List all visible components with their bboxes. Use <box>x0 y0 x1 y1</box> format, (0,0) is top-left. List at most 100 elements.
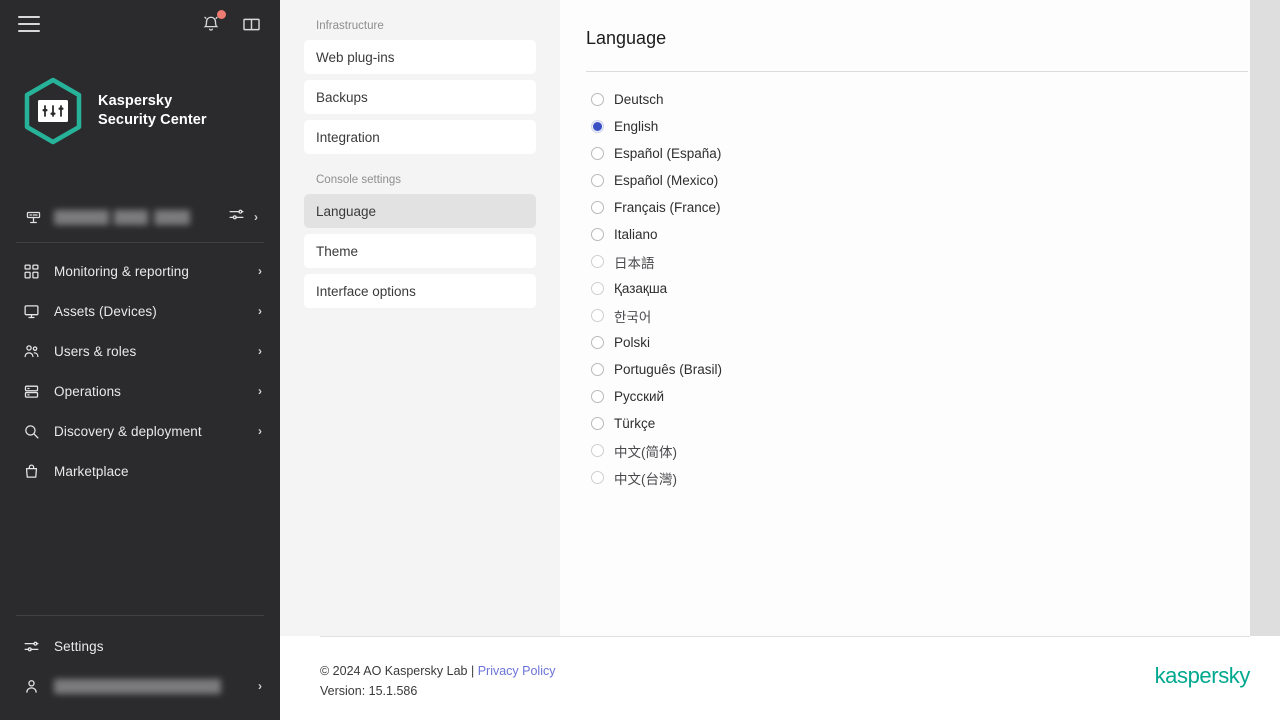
sidebar-item-marketplace[interactable]: Marketplace <box>0 451 280 491</box>
radio-icon[interactable] <box>591 336 604 349</box>
radio-icon[interactable] <box>591 444 604 457</box>
kaspersky-wordmark: kaspersky <box>1154 663 1251 688</box>
language-option-label: Русский <box>614 389 665 404</box>
sidebar-bottom: Settings › <box>0 607 280 720</box>
settings-item-language[interactable]: Language <box>304 194 536 228</box>
settings-item-integration[interactable]: Integration <box>304 120 536 154</box>
sidebar-divider-bottom <box>16 615 264 616</box>
book-icon[interactable] <box>240 13 262 35</box>
language-option-deutsch[interactable]: Deutsch <box>591 86 1248 113</box>
language-option-japanese[interactable]: 日本語 <box>591 248 1248 275</box>
radio-icon[interactable] <box>591 417 604 430</box>
hamburger-menu-icon[interactable] <box>18 16 40 32</box>
kaspersky-hexagon-logo <box>22 77 84 145</box>
language-option-label: Português (Brasil) <box>614 362 723 377</box>
server-stack-icon <box>22 382 40 400</box>
notification-badge <box>217 10 226 19</box>
sidebar-item-assets-devices[interactable]: Assets (Devices) › <box>0 291 280 331</box>
settings-item-web-plugins[interactable]: Web plug-ins <box>304 40 536 74</box>
language-option-label: 한국어 <box>614 309 652 325</box>
sidebar-item-label: Users & roles <box>54 343 137 359</box>
sidebar-item-settings[interactable]: Settings <box>0 626 280 666</box>
settings-item-theme[interactable]: Theme <box>304 234 536 268</box>
radio-icon[interactable] <box>591 471 604 484</box>
radio-icon[interactable] <box>591 93 604 106</box>
radio-icon[interactable] <box>591 174 604 187</box>
chevron-right-icon: › <box>258 384 262 398</box>
radio-icon[interactable] <box>591 255 604 268</box>
radio-icon[interactable] <box>591 201 604 214</box>
radio-icon[interactable] <box>591 147 604 160</box>
settings-item-interface-options[interactable]: Interface options <box>304 274 536 308</box>
server-icon <box>24 208 42 226</box>
sidebar-item-label: Marketplace <box>54 463 129 479</box>
language-option-label: 中文(简体) <box>614 444 677 460</box>
bell-icon[interactable] <box>200 10 226 35</box>
right-gutter-strip <box>1250 0 1280 636</box>
radio-icon[interactable] <box>591 228 604 241</box>
radio-icon-selected[interactable] <box>591 120 604 133</box>
language-option-kazakh[interactable]: Қазақша <box>591 275 1248 302</box>
sidebar-item-monitoring-reporting[interactable]: Monitoring & reporting › <box>0 251 280 291</box>
sidebar-item-server-account[interactable]: › <box>16 200 264 234</box>
language-option-label: Polski <box>614 335 651 350</box>
sliders-icon[interactable] <box>228 206 245 228</box>
sidebar-item-users-roles[interactable]: Users & roles › <box>0 331 280 371</box>
language-option-polski[interactable]: Polski <box>591 329 1248 356</box>
privacy-policy-link[interactable]: Privacy Policy <box>478 664 556 678</box>
server-name-redacted <box>54 209 216 225</box>
radio-icon[interactable] <box>591 282 604 295</box>
language-option-korean[interactable]: 한국어 <box>591 302 1248 329</box>
language-option-portugues-brasil[interactable]: Português (Brasil) <box>591 356 1248 383</box>
copyright-line: © 2024 AO Kaspersky Lab | Privacy Policy <box>320 661 555 681</box>
chevron-right-icon: › <box>258 344 262 358</box>
language-option-chinese-traditional[interactable]: 中文(台灣) <box>591 464 1248 491</box>
brand-line-1: Kaspersky <box>98 93 173 110</box>
language-option-english[interactable]: English <box>591 113 1248 140</box>
sidebar-item-label: Monitoring & reporting <box>54 263 190 279</box>
language-option-label: English <box>614 119 659 134</box>
language-option-espanol-mexico[interactable]: Español (Mexico) <box>591 167 1248 194</box>
sliders-icon <box>22 637 40 655</box>
radio-icon[interactable] <box>591 309 604 322</box>
language-option-label: Türkçe <box>614 416 656 431</box>
sidebar-item-label: Operations <box>54 383 122 399</box>
sidebar-item-operations[interactable]: Operations › <box>0 371 280 411</box>
settings-item-backups[interactable]: Backups <box>304 80 536 114</box>
monitor-icon <box>22 302 40 320</box>
chevron-right-icon: › <box>258 264 262 278</box>
settings-menu-panel: Infrastructure Web plug-ins Backups Inte… <box>280 0 560 636</box>
language-option-chinese-simplified[interactable]: 中文(简体) <box>591 437 1248 464</box>
search-icon <box>22 422 40 440</box>
language-option-label: 中文(台灣) <box>614 471 677 487</box>
sidebar-item-label: Assets (Devices) <box>54 303 157 319</box>
language-option-francais-france[interactable]: Français (France) <box>591 194 1248 221</box>
language-option-espanol-espana[interactable]: Español (España) <box>591 140 1248 167</box>
version-text: Version: 15.1.586 <box>320 684 418 699</box>
language-option-turkce[interactable]: Türkçe <box>591 410 1248 437</box>
radio-icon[interactable] <box>591 390 604 403</box>
sidebar-item-label: Settings <box>54 638 104 654</box>
sidebar-item-user-account[interactable]: › <box>0 666 280 706</box>
brand-block: Kaspersky Security Center <box>0 48 280 152</box>
language-option-italiano[interactable]: Italiano <box>591 221 1248 248</box>
dashboard-icon <box>22 262 40 280</box>
user-name-redacted <box>54 678 244 694</box>
language-option-label: Қазақша <box>614 281 668 296</box>
language-option-label: Français (France) <box>614 200 721 215</box>
chevron-right-icon[interactable]: › <box>254 211 258 223</box>
group-title-console-settings: Console settings <box>316 174 402 186</box>
users-icon <box>22 342 40 360</box>
sidebar-topbar-actions <box>200 10 262 35</box>
application-window: Kaspersky Security Center › Monitoring &… <box>0 0 1280 720</box>
group-title-infrastructure: Infrastructure <box>316 20 384 32</box>
radio-icon[interactable] <box>591 363 604 376</box>
language-option-label: Español (España) <box>614 146 722 161</box>
language-option-russian[interactable]: Русский <box>591 383 1248 410</box>
language-option-label: Español (Mexico) <box>614 173 719 188</box>
sidebar-item-label: Discovery & deployment <box>54 423 202 439</box>
sidebar-item-discovery-deployment[interactable]: Discovery & deployment › <box>0 411 280 451</box>
brand-line-2: Security Center <box>98 112 207 128</box>
bag-icon <box>22 462 40 480</box>
